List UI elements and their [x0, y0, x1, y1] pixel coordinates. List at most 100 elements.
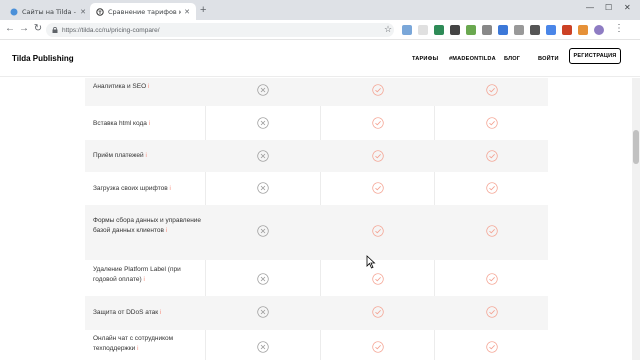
check-icon [372, 341, 384, 353]
check-icon [372, 84, 384, 96]
profile-avatar-icon[interactable] [594, 25, 604, 35]
scrollbar-thumb[interactable] [633, 130, 639, 164]
check-icon [486, 182, 498, 194]
register-button[interactable]: РЕГИСТРАЦИЯ [569, 48, 621, 64]
extension-icon[interactable] [434, 25, 444, 35]
browser-tab-bar: Сайты на Tilda - курс для нови… ✕ Сравне… [0, 0, 640, 20]
reload-icon[interactable]: ↻ [31, 22, 45, 36]
tab-title: Сайты на Tilda - курс для нови… [22, 7, 77, 16]
nav-link-pricing[interactable]: ТАРИФЫ [412, 56, 438, 62]
address-bar[interactable]: https://tilda.cc/ru/pricing-compare/ [46, 23, 394, 37]
nav-link-madeontilda[interactable]: #MADEONTILDA [449, 56, 496, 62]
cross-icon [257, 117, 269, 129]
back-arrow-icon[interactable]: ← [3, 22, 17, 36]
feature-label: Приём платежей i [93, 151, 205, 162]
cross-icon [257, 84, 269, 96]
extension-icon[interactable] [514, 25, 524, 35]
feature-name: Загрузка своих шрифтов [93, 185, 168, 192]
feature-name: Защита от DDoS атак [93, 309, 159, 316]
feature-name: Вставка html кода [93, 120, 147, 127]
window-close-icon[interactable]: ✕ [624, 3, 631, 12]
feature-label: Вставка html кода i [93, 119, 205, 130]
tab-favicon-icon [10, 8, 18, 15]
site-header: Tilda Publishing ТАРИФЫ #MADEONTILDA БЛО… [0, 41, 640, 77]
page-scrollbar[interactable] [632, 78, 640, 360]
extension-icon[interactable] [450, 25, 460, 35]
cross-icon [257, 306, 269, 318]
extension-icon[interactable] [466, 25, 476, 35]
feature-label: Онлайн чат с сотрудником техподдержки i [93, 334, 205, 354]
feature-name: Приём платежей [93, 152, 144, 159]
browser-tab-2[interactable]: Сравнение тарифов конструкт… ✕ [90, 3, 196, 20]
feature-label: Загрузка своих шрифтов i [93, 184, 205, 195]
check-icon [486, 341, 498, 353]
comparison-table: Аналитика и SEO i Вставка html кода i Приё… [0, 78, 632, 360]
extension-icon[interactable] [402, 25, 412, 35]
maximize-icon[interactable]: ☐ [605, 3, 612, 12]
feature-label: Формы сбора данных и управление базой да… [93, 216, 205, 236]
check-icon [372, 273, 384, 285]
feature-label: Защита от DDoS атак i [93, 308, 205, 319]
info-icon[interactable]: i [143, 277, 144, 283]
check-icon [486, 306, 498, 318]
info-icon[interactable]: i [169, 186, 170, 192]
check-icon [372, 182, 384, 194]
cross-icon [257, 225, 269, 237]
tab-close-icon[interactable]: ✕ [80, 8, 86, 16]
menu-dots-icon[interactable]: ⋮ [612, 22, 626, 36]
table-row: Онлайн чат с сотрудником техподдержки i [85, 330, 548, 360]
info-icon[interactable]: i [149, 121, 150, 127]
check-icon [486, 84, 498, 96]
nav-link-blog[interactable]: БЛОГ [504, 56, 520, 62]
table-row: Аналитика и SEO i [85, 78, 548, 106]
minimize-icon[interactable]: — [586, 3, 594, 12]
check-icon [486, 150, 498, 162]
bookmark-star-icon[interactable]: ☆ [381, 22, 395, 36]
extension-icon[interactable] [546, 25, 556, 35]
table-row: Формы сбора данных и управление базой да… [85, 205, 548, 260]
tab-close-icon[interactable]: ✕ [184, 8, 190, 16]
extension-icon[interactable] [482, 25, 492, 35]
lock-icon [52, 27, 58, 33]
feature-name: Формы сбора данных и управление базой да… [93, 217, 202, 234]
check-icon [372, 225, 384, 237]
extension-icon[interactable] [562, 25, 572, 35]
extension-icon[interactable] [578, 25, 588, 35]
forward-arrow-icon[interactable]: → [17, 22, 31, 36]
table-row: Удаление Platform Label (при годовой опл… [85, 260, 548, 296]
table-row: Приём платежей i [85, 140, 548, 172]
site-logo[interactable]: Tilda Publishing [12, 54, 74, 63]
check-icon [372, 150, 384, 162]
feature-name: Онлайн чат с сотрудником техподдержки [93, 335, 174, 352]
check-icon [486, 117, 498, 129]
browser-toolbar: ← → ↻ https://tilda.cc/ru/pricing-compar… [0, 20, 640, 40]
table-row: Защита от DDoS атак i [85, 296, 548, 330]
feature-label: Аналитика и SEO i [93, 82, 205, 93]
new-tab-icon[interactable]: + [200, 4, 206, 16]
tab-favicon-icon [96, 7, 104, 16]
info-icon[interactable]: i [137, 346, 138, 352]
extension-icon[interactable] [530, 25, 540, 35]
info-icon[interactable]: i [148, 84, 149, 90]
check-icon [486, 225, 498, 237]
check-icon [372, 306, 384, 318]
tab-title: Сравнение тарифов конструкт… [108, 7, 182, 16]
table-row: Вставка html кода i [85, 106, 548, 140]
info-icon[interactable]: i [166, 228, 167, 234]
extension-icon[interactable] [498, 25, 508, 35]
feature-name: Удаление Platform Label (при годовой опл… [93, 266, 181, 283]
mouse-cursor-icon [366, 255, 376, 269]
feature-label: Удаление Platform Label (при годовой опл… [93, 265, 205, 285]
extension-icon[interactable] [418, 25, 428, 35]
info-icon[interactable]: i [160, 310, 161, 316]
cross-icon [257, 341, 269, 353]
feature-name: Аналитика и SEO [93, 83, 147, 90]
browser-tab-1[interactable]: Сайты на Tilda - курс для нови… ✕ [4, 3, 92, 20]
check-icon [486, 273, 498, 285]
info-icon[interactable]: i [145, 153, 146, 159]
nav-link-login[interactable]: ВОЙТИ [538, 56, 559, 62]
cross-icon [257, 150, 269, 162]
check-icon [372, 117, 384, 129]
table-row: Загрузка своих шрифтов i [85, 172, 548, 205]
cross-icon [257, 182, 269, 194]
